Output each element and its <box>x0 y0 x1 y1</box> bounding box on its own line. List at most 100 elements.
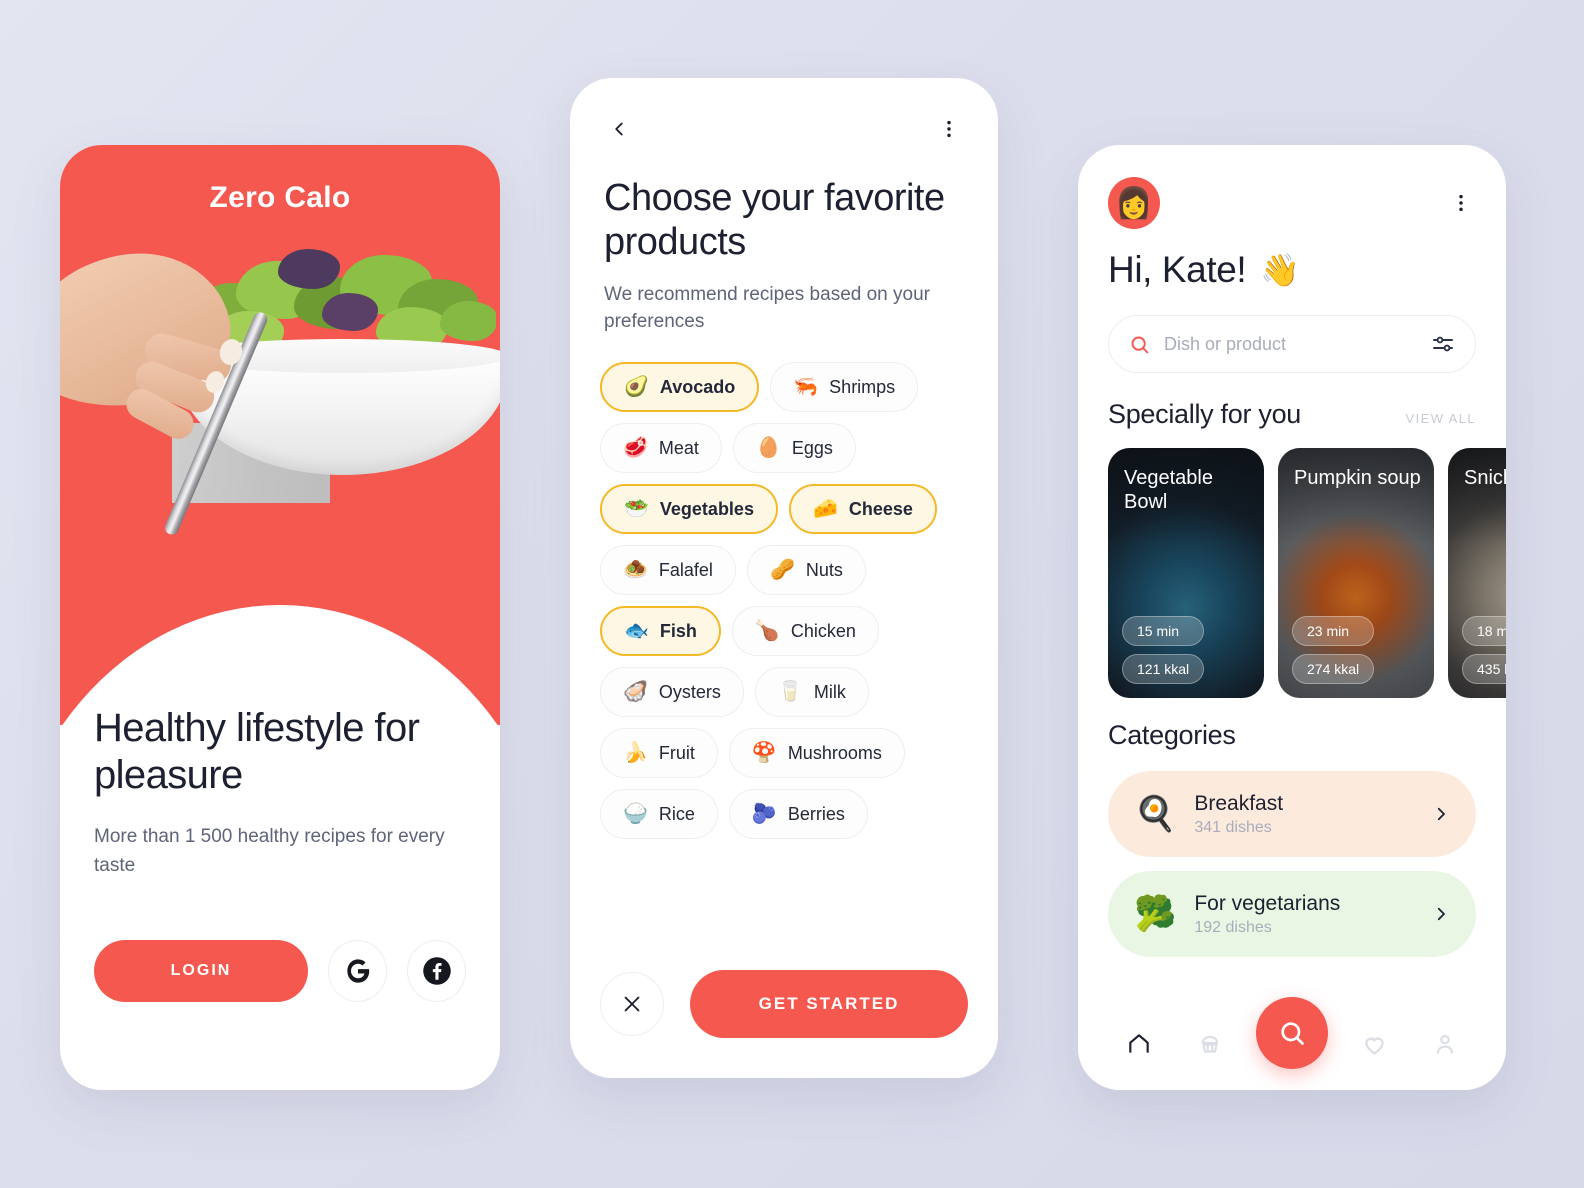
chip-chicken[interactable]: 🍗 Chicken <box>731 606 879 656</box>
close-button[interactable] <box>600 972 664 1036</box>
chip-row: 🥑 Avocado 🦐 Shrimps <box>600 362 968 412</box>
chip-row: 🦪 Oysters 🥛 Milk <box>600 667 968 717</box>
home-icon <box>1129 1034 1149 1053</box>
chip-meat[interactable]: 🥩 Meat <box>600 423 722 473</box>
search-icon <box>1281 1022 1304 1045</box>
chip-shrimps[interactable]: 🦐 Shrimps <box>770 362 919 412</box>
chip-emoji-icon: 🥚 <box>755 437 781 459</box>
chip-emoji-icon: 🥑 <box>624 376 649 398</box>
search-input[interactable] <box>1164 333 1417 355</box>
chip-label: Nuts <box>805 559 843 580</box>
chip-emoji-icon: 🫐 <box>751 803 777 825</box>
recipe-name: Snickers cake <box>1464 467 1506 489</box>
recipe-card[interactable]: Snickers cake 18 min 435 kkal <box>1448 448 1506 698</box>
chip-berries[interactable]: 🫐 Berries <box>728 789 868 839</box>
category-row[interactable]: 🥦 For vegetarians 192 dishes <box>1108 871 1476 957</box>
brand-title: Zero Calo <box>209 181 351 214</box>
specially-section-header: Specially for you VIEW ALL <box>1078 373 1506 430</box>
chip-label: Milk <box>813 681 846 702</box>
chip-row: 🧆 Falafel 🥜 Nuts <box>600 545 968 595</box>
view-all-link[interactable]: VIEW ALL <box>1406 411 1476 426</box>
chip-emoji-icon: 🧆 <box>623 559 648 581</box>
recipe-card[interactable]: Vegetable Bowl 15 min 121 kkal <box>1108 448 1264 698</box>
bottom-navigation <box>1078 997 1506 1090</box>
section-title: Specially for you <box>1108 399 1301 429</box>
chip-fish[interactable]: 🐟 Fish <box>600 606 721 656</box>
nav-home[interactable] <box>1115 1020 1163 1068</box>
chip-label: Avocado <box>659 376 736 397</box>
chip-cheese[interactable]: 🧀 Cheese <box>788 484 937 534</box>
google-login-button[interactable] <box>328 940 387 1003</box>
recipe-card-carousel[interactable]: Vegetable Bowl 15 min 121 kkal Pumpkin soup… <box>1078 430 1506 698</box>
recipe-name: Vegetable Bowl <box>1124 467 1213 514</box>
nav-recipes[interactable] <box>1186 1020 1234 1068</box>
search-bar[interactable] <box>1108 315 1476 373</box>
category-name: For vegetarians <box>1194 891 1341 915</box>
preferences-topbar <box>570 78 998 144</box>
preferences-footer: GET STARTED <box>570 970 998 1038</box>
chip-row: 🍌 Fruit 🍄 Mushrooms <box>600 728 968 778</box>
chip-label: Falafel <box>658 559 713 580</box>
chip-falafel[interactable]: 🧆 Falafel <box>600 545 736 595</box>
category-name: Breakfast <box>1194 791 1284 815</box>
category-row[interactable]: 🍳 Breakfast 341 dishes <box>1108 771 1476 857</box>
chip-mushrooms[interactable]: 🍄 Mushrooms <box>728 728 905 778</box>
facebook-icon <box>422 957 451 986</box>
category-text: Breakfast 341 dishes <box>1194 792 1414 837</box>
chip-vegetables[interactable]: 🥗 Vegetables <box>600 484 778 534</box>
person-icon <box>1436 1034 1453 1054</box>
chevron-right-icon <box>1437 807 1445 821</box>
categories-section-header: Categories <box>1078 698 1506 751</box>
more-vertical-icon <box>947 120 951 138</box>
chip-emoji-icon: 🥛 <box>777 681 803 703</box>
close-icon <box>624 996 640 1012</box>
google-icon <box>346 959 369 984</box>
cook-time-badge: 23 min <box>1292 616 1375 646</box>
nav-search[interactable] <box>1255 997 1328 1069</box>
login-button[interactable]: LOGIN <box>94 940 308 1003</box>
greeting-text: Hi, Kate! <box>1108 249 1247 290</box>
chip-label: Chicken <box>790 620 856 641</box>
chip-label: Vegetables <box>659 498 754 519</box>
chip-label: Meat <box>658 437 699 458</box>
chip-fruit[interactable]: 🍌 Fruit <box>600 728 718 778</box>
avatar[interactable]: 👩 <box>1108 177 1160 229</box>
chip-label: Fish <box>659 620 697 641</box>
chip-milk[interactable]: 🥛 Milk <box>754 667 869 717</box>
chip-label: Eggs <box>791 437 833 458</box>
recipe-name: Pumpkin soup <box>1294 467 1421 489</box>
chip-emoji-icon: 🦐 <box>793 376 819 398</box>
chip-eggs[interactable]: 🥚 Eggs <box>732 423 856 473</box>
recipe-badges: 15 min 121 kkal <box>1122 616 1205 684</box>
home-screen: 👩 Hi, Kate! 👋 Specially for you VIEW ALL… <box>1078 145 1506 1090</box>
cupcake-icon <box>1201 1035 1218 1053</box>
filter-sliders-icon[interactable] <box>1431 332 1455 356</box>
recipe-card[interactable]: Pumpkin soup 23 min 274 kkal <box>1278 448 1434 698</box>
cook-time-badge: 18 min <box>1462 616 1506 646</box>
chip-row: 🍚 Rice 🫐 Berries <box>600 789 968 839</box>
chip-emoji-icon: 🥩 <box>623 437 648 459</box>
overflow-menu-button[interactable] <box>1446 188 1476 218</box>
overflow-menu-button[interactable] <box>934 114 964 144</box>
facebook-login-button[interactable] <box>407 940 466 1003</box>
category-count: 192 dishes <box>1194 918 1272 936</box>
chip-nuts[interactable]: 🥜 Nuts <box>746 545 866 595</box>
chip-avocado[interactable]: 🥑 Avocado <box>600 362 760 412</box>
hero-banner: Zero Calo <box>60 145 500 725</box>
category-list: 🍳 Breakfast 341 dishes 🥦 For vegetarians 192 … <box>1078 751 1506 957</box>
recipe-badges: 18 min 435 kkal <box>1462 616 1506 684</box>
back-button[interactable] <box>604 114 634 144</box>
onboarding-content: Healthy lifestyle for pleasure More than… <box>60 705 500 1003</box>
calories-badge: 274 kkal <box>1292 654 1375 684</box>
get-started-button[interactable]: GET STARTED <box>690 970 968 1038</box>
nav-profile[interactable] <box>1421 1020 1469 1068</box>
chip-label: Oysters <box>658 681 721 702</box>
chip-emoji-icon: 🍚 <box>623 803 648 825</box>
nav-favorites[interactable] <box>1350 1020 1398 1068</box>
chip-emoji-icon: 🍄 <box>751 742 777 764</box>
chip-oysters[interactable]: 🦪 Oysters <box>600 667 744 717</box>
preferences-screen: Choose your favorite products We recomme… <box>570 78 998 1078</box>
chip-emoji-icon: 🥜 <box>769 559 795 581</box>
greeting-row: Hi, Kate! 👋 <box>1078 229 1506 291</box>
chip-rice[interactable]: 🍚 Rice <box>600 789 718 839</box>
